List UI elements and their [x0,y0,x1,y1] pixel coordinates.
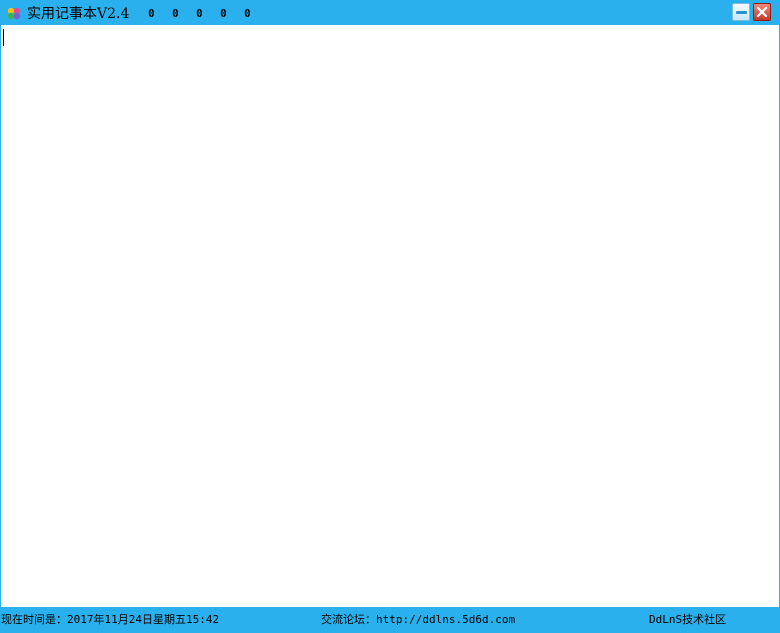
menu-item-1[interactable]: 0 [139,7,163,20]
menu-bar: 0 0 0 0 0 [139,7,259,20]
menu-item-5[interactable]: 0 [235,7,259,20]
title-bar[interactable]: 实用记事本V2.4 0 0 0 0 0 [1,1,779,25]
close-icon [756,6,768,18]
menu-item-2[interactable]: 0 [163,7,187,20]
menu-item-3[interactable]: 0 [187,7,211,20]
close-button[interactable] [753,3,771,21]
text-caret [3,29,4,46]
app-window: 实用记事本V2.4 0 0 0 0 0 现在时间是：2017年11月24日星期五… [0,0,780,633]
status-bar: 现在时间是：2017年11月24日星期五15:42 交流论坛：http://dd… [1,607,779,632]
minimize-button[interactable] [732,3,750,21]
text-editor[interactable] [1,25,779,607]
forum-link[interactable]: 交流论坛：http://ddlns.5d6d.com [321,611,515,627]
window-title: 实用记事本V2.4 [27,6,130,22]
menu-item-4[interactable]: 0 [211,7,235,20]
current-time-label: 现在时间是：2017年11月24日星期五15:42 [1,613,220,626]
community-label: DdLnS技术社区 [649,613,727,626]
minimize-icon [735,10,747,14]
app-logo-icon [5,4,23,22]
